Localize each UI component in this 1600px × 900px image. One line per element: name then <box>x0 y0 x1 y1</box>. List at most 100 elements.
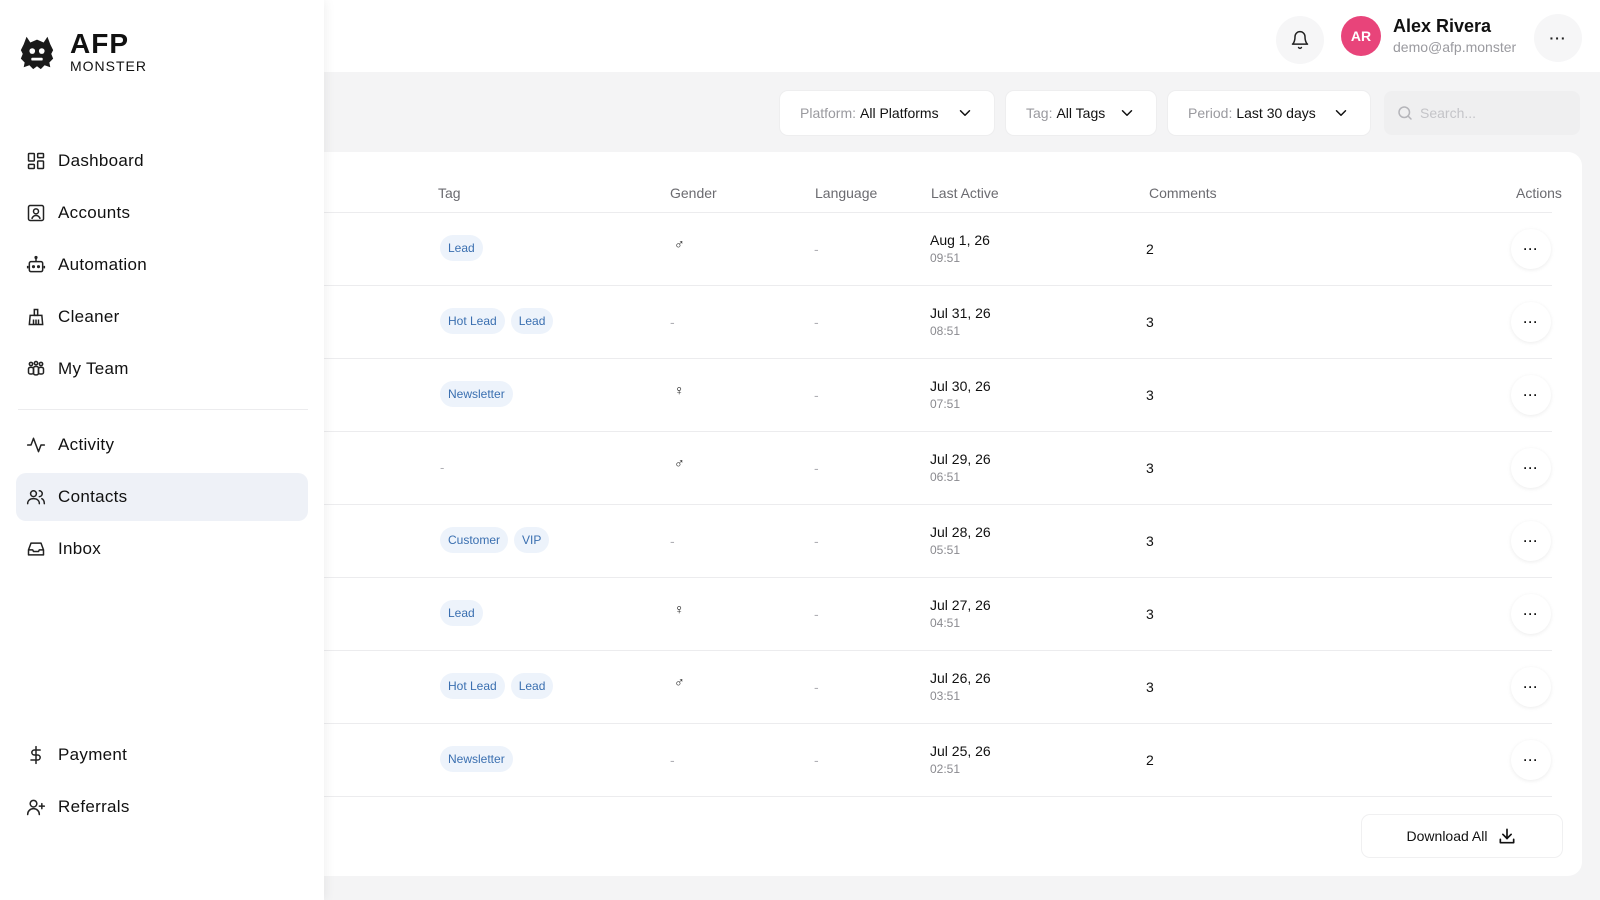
inbox-icon <box>27 542 45 556</box>
tag-badge[interactable]: Hot Lead <box>440 308 505 334</box>
tag-badge[interactable]: Lead <box>440 235 483 261</box>
comments-count: 3 <box>1146 387 1154 403</box>
download-all-label: Download All <box>1406 828 1488 844</box>
comments-count: 2 <box>1146 752 1154 768</box>
last-active-date: Jul 27, 26 <box>930 597 991 613</box>
sidebar-item-cleaner[interactable]: Cleaner <box>16 293 308 341</box>
broom-icon <box>28 308 44 326</box>
sidebar-item-label: Cleaner <box>58 307 120 326</box>
last-active-cell: Jul 30, 26 07:51 <box>930 378 991 411</box>
dashboard-icon <box>27 152 45 170</box>
platform-filter-value: All Platforms <box>860 105 939 121</box>
sidebar-item-contacts[interactable]: Contacts <box>16 473 308 521</box>
download-icon <box>1499 828 1515 844</box>
row-actions-button[interactable]: ··· <box>1511 521 1551 561</box>
user-email: demo@afp.monster <box>1393 39 1517 55</box>
last-active-cell: Jul 28, 26 05:51 <box>930 524 991 557</box>
period-filter[interactable]: Period: Last 30 days <box>1168 91 1370 135</box>
tag-cell: - <box>440 454 444 475</box>
female-icon: ♀ <box>674 601 685 617</box>
gender-empty: - <box>670 752 675 768</box>
row-actions-button[interactable]: ··· <box>1511 667 1551 707</box>
sidebar-item-label: Accounts <box>58 203 131 222</box>
row-actions-button[interactable]: ··· <box>1511 302 1551 342</box>
brand-logo[interactable]: AFP MONSTER <box>18 30 147 73</box>
column-header-last-active[interactable]: Last Active <box>931 185 999 201</box>
tag-badge[interactable]: Customer <box>440 527 509 553</box>
user-square-icon <box>27 204 45 222</box>
male-icon: ♂ <box>674 455 685 471</box>
language-cell: - <box>814 533 819 549</box>
row-actions-button[interactable]: ··· <box>1511 448 1551 488</box>
chevron-down-icon <box>956 104 974 122</box>
platform-filter[interactable]: Platform: All Platforms <box>780 91 994 135</box>
column-header-comments[interactable]: Comments <box>1149 185 1217 201</box>
row-actions-button[interactable]: ··· <box>1511 229 1551 269</box>
sidebar-item-dashboard[interactable]: Dashboard <box>16 137 308 185</box>
download-all-button[interactable]: Download All <box>1362 815 1562 857</box>
tag-filter[interactable]: Tag: All Tags <box>1006 91 1156 135</box>
tag-badge[interactable]: Lead <box>510 673 554 699</box>
dollar-icon <box>30 745 41 765</box>
sidebar-item-automation[interactable]: Automation <box>16 241 308 289</box>
user-menu-button[interactable]: ··· <box>1534 14 1582 62</box>
sidebar-item-inbox[interactable]: Inbox <box>16 525 308 573</box>
tag-empty: - <box>440 460 445 475</box>
last-active-cell: Jul 29, 26 06:51 <box>930 451 991 484</box>
tag-filter-value: All Tags <box>1056 105 1106 121</box>
sidebar-item-label: Contacts <box>58 487 128 506</box>
period-filter-label: Period: <box>1188 105 1233 121</box>
sidebar-item-activity[interactable]: Activity <box>16 421 308 469</box>
tag-cell: Newsletter <box>440 381 519 407</box>
column-header-tag[interactable]: Tag <box>438 185 461 201</box>
search-input[interactable] <box>1420 105 1570 121</box>
tag-cell: Newsletter <box>440 746 519 772</box>
sidebar-item-payment[interactable]: Payment <box>16 731 308 779</box>
last-active-time: 04:51 <box>930 616 961 630</box>
language-cell: - <box>814 387 819 403</box>
female-icon: ♀ <box>674 382 685 398</box>
team-icon <box>27 360 45 376</box>
chevron-down-icon <box>1332 104 1350 122</box>
row-actions-button[interactable]: ··· <box>1511 375 1551 415</box>
last-active-time: 05:51 <box>930 543 961 557</box>
chevron-down-icon <box>1118 104 1136 122</box>
tag-badge[interactable]: Newsletter <box>440 746 513 772</box>
tag-badge[interactable]: Lead <box>510 308 554 334</box>
language-cell: - <box>814 752 819 768</box>
platform-filter-label: Platform: <box>800 105 857 121</box>
sidebar-item-referrals[interactable]: Referrals <box>16 783 308 831</box>
last-active-date: Jul 31, 26 <box>930 305 991 321</box>
column-header-language[interactable]: Language <box>815 185 877 201</box>
sidebar-item-my-team[interactable]: My Team <box>16 345 308 393</box>
last-active-cell: Jul 27, 26 04:51 <box>930 597 991 630</box>
sidebar: AFP MONSTER Dashboard Accounts Automatio… <box>0 0 324 900</box>
last-active-time: 03:51 <box>930 689 961 703</box>
gender-empty: - <box>670 533 675 549</box>
column-header-actions: Actions <box>1516 185 1562 201</box>
sidebar-item-label: Activity <box>58 435 115 454</box>
period-filter-value: Last 30 days <box>1236 105 1316 121</box>
last-active-date: Jul 28, 26 <box>930 524 991 540</box>
tag-badge[interactable]: Newsletter <box>440 381 513 407</box>
avatar[interactable]: AR <box>1341 16 1381 56</box>
comments-count: 2 <box>1146 241 1154 257</box>
last-active-time: 08:51 <box>930 324 961 338</box>
tag-cell: Lead <box>440 600 489 626</box>
gender-empty: - <box>670 314 675 330</box>
row-actions-button[interactable]: ··· <box>1511 740 1551 780</box>
male-icon: ♂ <box>674 674 685 690</box>
column-header-gender[interactable]: Gender <box>670 185 717 201</box>
tag-cell: Hot Lead Lead <box>440 673 559 699</box>
last-active-cell: Jul 31, 26 08:51 <box>930 305 991 338</box>
row-actions-button[interactable]: ··· <box>1511 594 1551 634</box>
sidebar-item-accounts[interactable]: Accounts <box>16 189 308 237</box>
tag-badge[interactable]: Lead <box>440 600 483 626</box>
search-box <box>1384 91 1580 135</box>
tag-badge[interactable]: VIP <box>514 527 550 553</box>
notifications-button[interactable] <box>1276 16 1324 64</box>
activity-icon <box>26 437 46 453</box>
sidebar-item-label: Inbox <box>58 539 102 558</box>
tag-badge[interactable]: Hot Lead <box>440 673 505 699</box>
robot-icon <box>26 255 46 273</box>
